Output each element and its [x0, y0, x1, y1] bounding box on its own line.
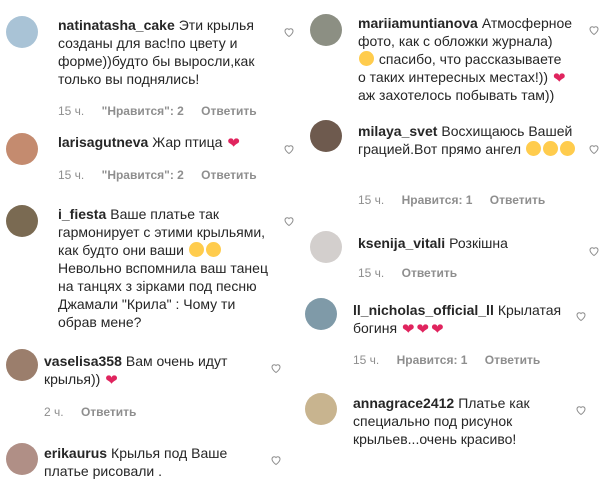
- comment-time[interactable]: 15 ч.: [353, 353, 379, 367]
- comment-username[interactable]: vaselisa358: [44, 353, 122, 369]
- comment-time[interactable]: 15 ч.: [58, 168, 84, 182]
- smiling-face-emoji-icon: [188, 242, 204, 257]
- heart-eyes-emoji-icon: [359, 51, 374, 66]
- comment-text-continued: спасибо, что рассказываете о таких интер…: [358, 51, 562, 85]
- like-heart-icon[interactable]: [575, 404, 587, 416]
- like-heart-icon[interactable]: [283, 215, 295, 227]
- comment-username[interactable]: ll_nicholas_official_ll: [353, 302, 494, 318]
- comment-item: erikaurus Крылья под Ваше платье рисовали…: [0, 435, 305, 487]
- red-heart-emoji-icon: ❤: [552, 70, 566, 87]
- like-heart-icon[interactable]: [270, 362, 282, 374]
- comment-meta: 15 ч. Нравится: 1 Ответить: [353, 353, 554, 367]
- comment-username[interactable]: larisagutneva: [58, 134, 148, 150]
- comment-text-continued-2: аж захотелось побывать там)): [358, 87, 555, 103]
- red-heart-emoji-icon: ❤: [401, 321, 415, 338]
- avatar[interactable]: [6, 443, 38, 475]
- avatar-image: [305, 298, 337, 330]
- comment-item: annagrace2412 Платье как специально под р…: [305, 385, 610, 487]
- comment-body: ll_nicholas_official_ll Крылатая богиня ❤…: [353, 301, 573, 337]
- like-heart-icon[interactable]: [575, 310, 587, 322]
- comment-time[interactable]: 2 ч.: [44, 405, 64, 419]
- comment-username[interactable]: ksenija_vitali: [358, 235, 445, 251]
- comment-username[interactable]: mariiamuntianova: [358, 15, 478, 31]
- like-heart-icon[interactable]: [283, 26, 295, 38]
- comment-username[interactable]: erikaurus: [44, 445, 107, 461]
- comment-meta: 15 ч. Ответить: [358, 266, 471, 280]
- kissing-face-emoji-icon: [525, 141, 541, 156]
- comment-username[interactable]: annagrace2412: [353, 395, 454, 411]
- reply-button[interactable]: Ответить: [201, 168, 256, 182]
- comment-body: i_fiesta Ваше платье так гармонирует с эт…: [58, 205, 273, 331]
- avatar[interactable]: [6, 16, 38, 48]
- red-heart-emoji-icon: ❤: [416, 321, 430, 338]
- like-heart-icon[interactable]: [283, 143, 295, 155]
- avatar-image: [6, 133, 38, 165]
- comment-username[interactable]: i_fiesta: [58, 206, 106, 222]
- comment-meta: 15 ч. "Нравится": 2 Ответить: [58, 104, 271, 118]
- reply-button[interactable]: Ответить: [81, 405, 136, 419]
- comment-body: milaya_svet Восхищаюсь Вашей грацией.Вот …: [358, 122, 578, 158]
- red-heart-emoji-icon: ❤: [431, 321, 444, 338]
- comment-item: larisagutneva Жар птица ❤ 15 ч. "Нравится…: [0, 125, 305, 195]
- comment-body: annagrace2412 Платье как специально под р…: [353, 394, 573, 448]
- comment-item: vaselisa358 Вам очень идут крылья)) ❤ 2 ч…: [0, 345, 305, 435]
- comment-likes[interactable]: Нравится: 1: [397, 353, 468, 367]
- avatar-image: [6, 349, 38, 381]
- comment-body: mariiamuntianova Атмосферное фото, как с …: [358, 14, 573, 104]
- avatar[interactable]: [305, 393, 337, 425]
- comment-item: milaya_svet Восхищаюсь Вашей грацией.Вот …: [305, 115, 610, 215]
- comment-body: natinatasha_cake Эти крылья созданы для в…: [58, 16, 273, 88]
- like-heart-icon[interactable]: [588, 245, 600, 257]
- comment-meta: 15 ч. "Нравится": 2 Ответить: [58, 168, 271, 182]
- avatar-image: [310, 14, 342, 46]
- avatar-image: [305, 393, 337, 425]
- avatar-image: [6, 205, 38, 237]
- comment-likes[interactable]: "Нравится": 2: [102, 104, 184, 118]
- comment-body: ksenija_vitali Розкішна: [358, 234, 573, 252]
- heart-eyes-emoji-icon: [205, 242, 221, 257]
- avatar[interactable]: [6, 133, 38, 165]
- comment-body: erikaurus Крылья под Ваше платье рисовали…: [44, 444, 254, 480]
- comment-time[interactable]: 15 ч.: [58, 104, 84, 118]
- comment-text: Розкішна: [449, 235, 508, 251]
- avatar-image: [6, 16, 38, 48]
- red-heart-emoji-icon: ❤: [105, 372, 118, 389]
- red-heart-emoji-icon: ❤: [227, 135, 240, 152]
- reply-button[interactable]: Ответить: [485, 353, 540, 367]
- reply-button[interactable]: Ответить: [402, 266, 457, 280]
- comment-text-continued: Невольно вспомнила ваш танец на танцях з…: [58, 260, 268, 330]
- comment-meta: 15 ч. Нравится: 1 Ответить: [358, 193, 559, 207]
- comment-item: ll_nicholas_official_ll Крылатая богиня ❤…: [305, 290, 610, 380]
- comment-username[interactable]: milaya_svet: [358, 123, 437, 139]
- avatar-image: [310, 120, 342, 152]
- comment-item: mariiamuntianova Атмосферное фото, как с …: [305, 0, 610, 115]
- avatar-image: [310, 231, 342, 263]
- avatar[interactable]: [310, 14, 342, 46]
- comment-item: i_fiesta Ваше платье так гармонирует с эт…: [0, 195, 305, 340]
- kissing-face-emoji-icon: [542, 141, 558, 156]
- comment-meta: 2 ч. Ответить: [44, 405, 150, 419]
- avatar[interactable]: [310, 120, 342, 152]
- avatar[interactable]: [310, 231, 342, 263]
- like-heart-icon[interactable]: [270, 454, 282, 466]
- comment-body: vaselisa358 Вам очень идут крылья)) ❤: [44, 352, 254, 388]
- comment-username[interactable]: natinatasha_cake: [58, 17, 175, 33]
- comment-likes[interactable]: "Нравится": 2: [102, 168, 184, 182]
- avatar[interactable]: [305, 298, 337, 330]
- comment-item: ksenija_vitali Розкішна 15 ч. Ответить: [305, 215, 610, 290]
- avatar[interactable]: [6, 349, 38, 381]
- comment-time[interactable]: 15 ч.: [358, 193, 384, 207]
- reply-button[interactable]: Ответить: [201, 104, 256, 118]
- comment-body: larisagutneva Жар птица ❤: [58, 133, 278, 151]
- avatar-image: [6, 443, 38, 475]
- comment-text: Жар птица: [152, 134, 223, 150]
- comment-likes[interactable]: Нравится: 1: [402, 193, 473, 207]
- like-heart-icon[interactable]: [588, 143, 600, 155]
- reply-button[interactable]: Ответить: [490, 193, 545, 207]
- comment-time[interactable]: 15 ч.: [358, 266, 384, 280]
- avatar[interactable]: [6, 205, 38, 237]
- comment-item: natinatasha_cake Эти крылья созданы для в…: [0, 0, 305, 125]
- kissing-face-emoji-icon: [559, 141, 575, 156]
- like-heart-icon[interactable]: [588, 24, 600, 36]
